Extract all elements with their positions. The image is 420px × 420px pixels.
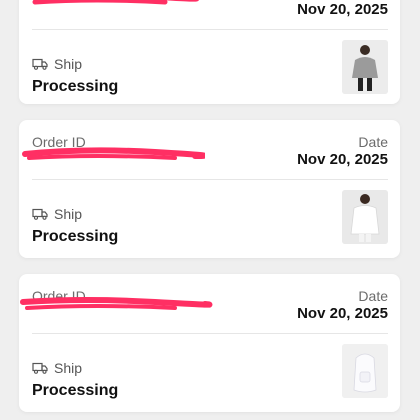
redaction-scribble — [20, 297, 213, 310]
product-thumbnail[interactable] — [342, 40, 388, 94]
truck-icon — [32, 58, 48, 70]
order-card[interactable]: Order ID Date Nov 20, 2025 Ship Processi… — [19, 274, 400, 412]
truck-icon — [32, 208, 48, 220]
order-date: Nov 20, 2025 — [297, 151, 388, 168]
gray-jacket-model-icon — [342, 40, 388, 94]
divider — [32, 179, 388, 180]
ship-label: Ship — [54, 56, 83, 72]
redaction-scribble — [32, 0, 199, 5]
divider — [32, 333, 388, 334]
divider — [32, 29, 388, 30]
ship-label: Ship — [54, 360, 83, 376]
ship-label: Ship — [54, 206, 83, 222]
order-card[interactable]: Order ID Date Nov 20, 2025 Ship Processi… — [19, 120, 400, 258]
order-date: Nov 20, 2025 — [297, 1, 388, 18]
date-label: Date — [358, 134, 388, 150]
order-card[interactable]: Nov 20, 2025 Ship Processing — [19, 0, 400, 104]
date-label: Date — [358, 288, 388, 304]
order-header: Order ID Date Nov 20, 2025 — [19, 120, 400, 180]
order-status: Processing — [32, 228, 119, 245]
ship-method: Ship — [32, 360, 82, 376]
product-thumbnail[interactable] — [342, 190, 388, 244]
white-jacket-model-icon — [342, 190, 388, 244]
ship-method: Ship — [32, 206, 82, 222]
order-status: Processing — [32, 78, 119, 95]
truck-icon — [32, 362, 48, 374]
white-backpack-icon — [342, 344, 388, 398]
order-header: Nov 20, 2025 — [19, 0, 400, 30]
order-date: Nov 20, 2025 — [297, 305, 388, 322]
order-status: Processing — [32, 382, 119, 399]
redaction-scribble — [22, 147, 205, 160]
ship-method: Ship — [32, 56, 82, 72]
order-header: Order ID Date Nov 20, 2025 — [19, 274, 400, 334]
product-thumbnail[interactable] — [342, 344, 388, 398]
